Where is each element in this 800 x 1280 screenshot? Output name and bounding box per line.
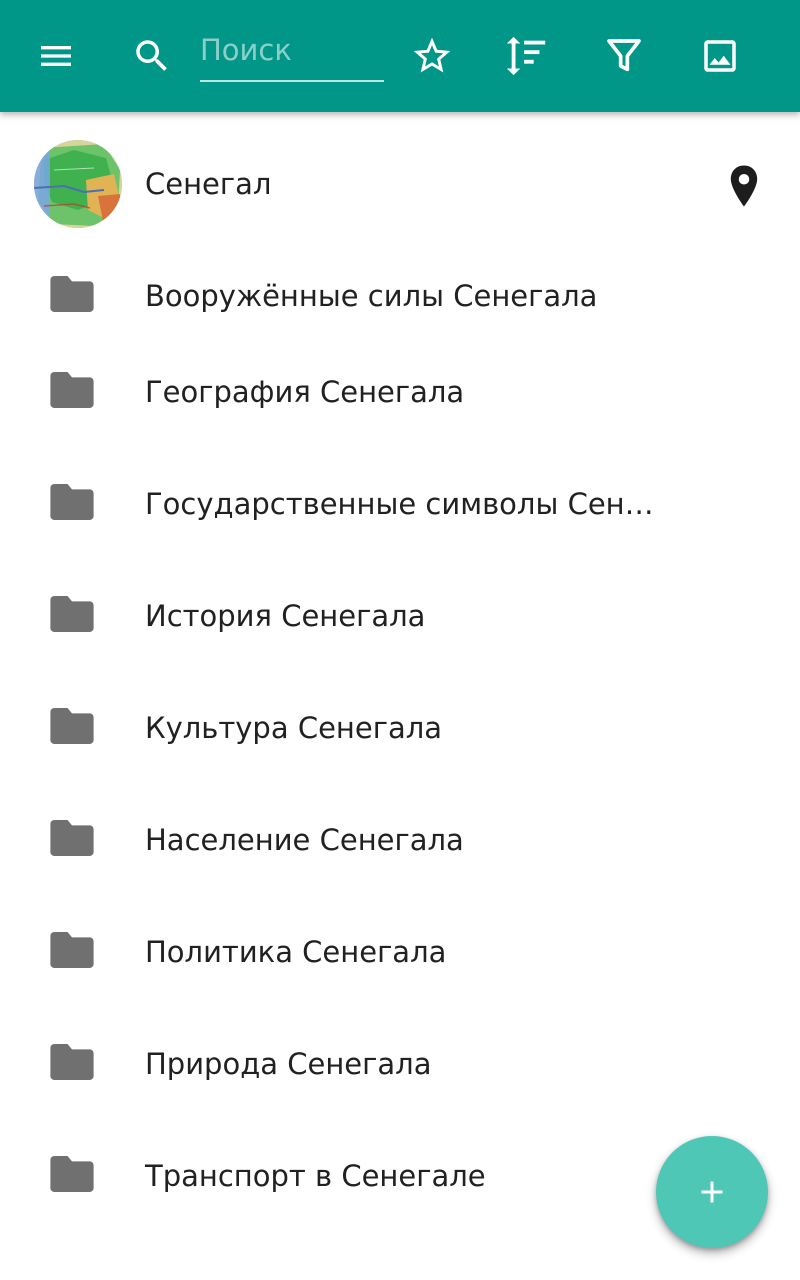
menu-button[interactable] xyxy=(28,28,84,84)
menu-icon xyxy=(41,46,71,66)
plus-icon xyxy=(701,1181,723,1203)
filter-icon xyxy=(607,39,641,72)
list-item[interactable]: Население Сенегала xyxy=(0,784,800,896)
folder-icon xyxy=(50,596,94,636)
list-item-label: Культура Сенегала xyxy=(145,711,443,745)
folder-icon xyxy=(50,1044,94,1084)
list-item[interactable]: Политика Сенегала xyxy=(0,896,800,1008)
search-button[interactable] xyxy=(124,28,180,84)
location-pin-button[interactable] xyxy=(726,164,762,212)
image-button[interactable] xyxy=(692,28,748,84)
location-pin-icon xyxy=(730,165,758,207)
list-item-label: История Сенегала xyxy=(145,599,426,633)
search-field xyxy=(200,24,384,82)
list-item-label: Вооружённые силы Сенегала xyxy=(145,279,598,313)
sort-button[interactable] xyxy=(499,28,555,84)
add-button[interactable] xyxy=(656,1136,768,1248)
folder-icon xyxy=(50,372,94,412)
list-item[interactable]: География Сенегала xyxy=(0,336,800,448)
list-item[interactable]: Культура Сенегала xyxy=(0,672,800,784)
sort-icon xyxy=(506,36,546,76)
header-item-row[interactable]: Сенегал xyxy=(0,112,800,256)
star-outline-icon xyxy=(413,37,451,73)
header-item-title: Сенегал xyxy=(145,167,272,201)
list-item-label: Политика Сенегала xyxy=(145,935,447,969)
list-item[interactable]: Вооружённые силы Сенегала xyxy=(0,256,800,336)
folder-icon xyxy=(50,276,94,316)
folder-icon xyxy=(50,820,94,860)
list-item-label: География Сенегала xyxy=(145,375,465,409)
folder-icon xyxy=(50,484,94,524)
folder-icon xyxy=(50,708,94,748)
list-item-label: Транспорт в Сенегале xyxy=(145,1159,486,1193)
image-icon xyxy=(704,40,736,72)
list-item-label: Государственные символы Сенегала xyxy=(145,487,660,521)
folder-icon xyxy=(50,1156,94,1196)
search-icon xyxy=(136,40,167,71)
list-item-label: Природа Сенегала xyxy=(145,1047,432,1081)
category-list: Сенегал Вооружённые силы Сенегала Географ… xyxy=(0,112,800,1232)
favorites-button[interactable] xyxy=(404,28,460,84)
app-bar xyxy=(0,0,800,112)
folder-icon xyxy=(50,932,94,972)
list-item[interactable]: Природа Сенегала xyxy=(0,1008,800,1120)
list-item[interactable]: История Сенегала xyxy=(0,560,800,672)
map-thumbnail xyxy=(34,140,122,228)
search-input[interactable] xyxy=(200,30,384,70)
list-item-label: Население Сенегала xyxy=(145,823,464,857)
list-item[interactable]: Государственные символы Сенегала xyxy=(0,448,800,560)
filter-button[interactable] xyxy=(596,28,652,84)
